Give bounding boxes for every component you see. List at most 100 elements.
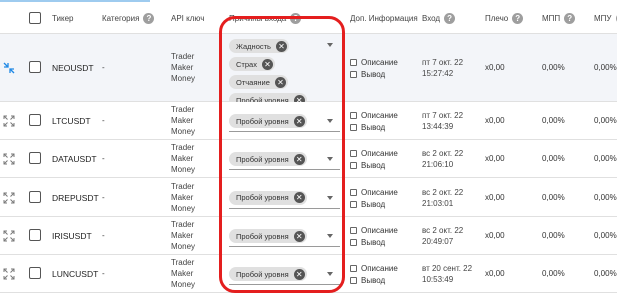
column-mpu[interactable]: МПУ ?	[594, 2, 617, 34]
description-option[interactable]: Описание	[350, 148, 398, 159]
exit-checkbox[interactable]	[350, 200, 357, 208]
row-select-cell[interactable]	[29, 152, 41, 164]
exit-checkbox[interactable]	[350, 239, 357, 246]
row-checkbox[interactable]	[29, 152, 41, 164]
description-checkbox[interactable]	[350, 59, 357, 66]
entry-reasons-select[interactable]: Пробой уровня ✕	[229, 229, 307, 243]
column-ticker[interactable]: Тикер	[52, 2, 74, 34]
row-select-cell[interactable]	[29, 267, 41, 279]
column-extra-info[interactable]: Доп. Информация	[350, 2, 418, 34]
row-select-cell[interactable]	[29, 114, 41, 126]
ticker-value[interactable]: LUNCUSDT	[52, 269, 98, 279]
entry-reasons-select[interactable]: Пробой уровня ✕	[229, 152, 307, 166]
reason-chip[interactable]: Пробой уровня ✕	[229, 190, 307, 205]
row-checkbox[interactable]	[29, 114, 41, 126]
ticker-value[interactable]: IRISUSDT	[52, 231, 92, 241]
remove-chip-icon[interactable]: ✕	[293, 230, 305, 242]
entry-reasons-select[interactable]: Пробой уровня ✕	[229, 190, 307, 205]
description-option[interactable]: Описание	[350, 263, 398, 274]
entry-reasons-select[interactable]: Жадность ✕ Страх ✕ Отчаяние ✕ Пробой уровня ✕	[229, 39, 307, 107]
dropdown-arrow-icon[interactable]	[327, 43, 333, 47]
remove-chip-icon[interactable]: ✕	[293, 153, 305, 165]
description-option[interactable]: Описание	[350, 110, 398, 121]
ticker-value[interactable]: LTCUSDT	[52, 116, 91, 126]
reason-chip[interactable]: Отчаяние ✕	[229, 75, 288, 89]
column-category[interactable]: Категория ?	[102, 2, 155, 34]
help-icon[interactable]: ?	[564, 12, 576, 24]
dropdown-arrow-icon[interactable]	[327, 119, 333, 123]
exit-option[interactable]: Вывод	[350, 160, 398, 171]
expand-arrows-icon[interactable]	[3, 115, 15, 127]
expand-arrows-icon[interactable]	[3, 268, 15, 280]
remove-chip-icon[interactable]: ✕	[275, 40, 287, 52]
dropdown-arrow-icon[interactable]	[327, 234, 333, 238]
exit-option[interactable]: Вывод	[350, 69, 398, 80]
reason-chip[interactable]: Страх ✕	[229, 57, 275, 71]
remove-chip-icon[interactable]: ✕	[274, 76, 286, 88]
reason-chip[interactable]: Пробой уровня ✕	[229, 114, 307, 128]
column-api-key[interactable]: API ключ	[171, 2, 204, 34]
remove-chip-icon[interactable]: ✕	[293, 192, 305, 203]
exit-checkbox[interactable]	[350, 124, 357, 131]
description-checkbox[interactable]	[350, 265, 357, 272]
reason-chip[interactable]: Пробой уровня ✕	[229, 152, 307, 166]
description-checkbox[interactable]	[350, 150, 357, 157]
select-all-checkbox[interactable]	[29, 12, 41, 24]
row-checkbox[interactable]	[29, 61, 41, 73]
exit-option[interactable]: Вывод	[350, 275, 398, 286]
row-select-cell[interactable]	[29, 190, 41, 203]
column-entry[interactable]: Вход ?	[422, 2, 456, 34]
entry-reasons-select[interactable]: Пробой уровня ✕	[229, 114, 307, 128]
exit-option[interactable]: Вывод	[350, 237, 398, 248]
api-key-line: Money	[171, 203, 196, 213]
ticker-value[interactable]: NEOUSDT	[52, 63, 94, 73]
select-all-cell[interactable]	[29, 2, 41, 34]
help-icon[interactable]: ?	[444, 12, 456, 24]
help-icon[interactable]: ?	[143, 12, 155, 24]
column-entry-reasons[interactable]: Причины входа ?	[229, 2, 302, 34]
select-underline	[229, 169, 340, 170]
help-icon[interactable]: ?	[512, 12, 524, 24]
ticker-value[interactable]: DREPUSDT	[52, 193, 99, 203]
exit-checkbox[interactable]	[350, 277, 357, 284]
description-option[interactable]: Описание	[350, 57, 398, 68]
column-mpp[interactable]: МПП ?	[542, 2, 576, 34]
table-row[interactable]: LUNCUSDT - Trader Maker Money Пробой уровня ✕ О…	[0, 255, 617, 293]
help-icon[interactable]: ?	[290, 12, 302, 24]
exit-option[interactable]: Вывод	[350, 122, 398, 133]
row-select-cell[interactable]	[29, 61, 41, 73]
table-row[interactable]: NEOUSDT - Trader Maker Money Жадность ✕ Страх ✕ О…	[0, 34, 617, 111]
column-leverage[interactable]: Плечо ?	[485, 2, 524, 34]
description-checkbox[interactable]	[350, 112, 357, 119]
expand-arrows-icon[interactable]	[3, 230, 15, 242]
expand-arrows-icon[interactable]	[3, 192, 15, 204]
reason-chip[interactable]: Пробой уровня ✕	[229, 229, 307, 243]
description-option[interactable]: Описание	[350, 187, 398, 198]
row-select-cell[interactable]	[29, 229, 41, 241]
dropdown-arrow-icon[interactable]	[327, 195, 333, 200]
dropdown-arrow-icon[interactable]	[327, 272, 333, 276]
remove-chip-icon[interactable]: ✕	[293, 268, 305, 280]
exit-option[interactable]: Вывод	[350, 199, 398, 210]
reason-chip[interactable]: Пробой уровня ✕	[229, 267, 307, 281]
remove-chip-icon[interactable]: ✕	[261, 58, 273, 70]
reason-chip[interactable]: Жадность ✕	[229, 39, 289, 53]
table-row[interactable]: IRISUSDT - Trader Maker Money Пробой уровня ✕ О…	[0, 217, 617, 255]
description-checkbox[interactable]	[350, 188, 357, 196]
remove-chip-icon[interactable]: ✕	[293, 115, 305, 127]
ticker-value[interactable]: DATAUSDT	[52, 154, 97, 164]
expand-arrows-icon[interactable]	[3, 153, 15, 165]
dropdown-arrow-icon[interactable]	[327, 157, 333, 161]
entry-reasons-select[interactable]: Пробой уровня ✕	[229, 267, 307, 281]
exit-checkbox[interactable]	[350, 71, 357, 78]
row-checkbox[interactable]	[29, 229, 41, 241]
table-row[interactable]: DATAUSDT - Trader Maker Money Пробой уровня ✕ О…	[0, 140, 617, 178]
row-checkbox[interactable]	[29, 190, 41, 203]
description-option[interactable]: Описание	[350, 225, 398, 236]
description-checkbox[interactable]	[350, 227, 357, 234]
collapse-arrows-icon[interactable]	[3, 62, 15, 74]
table-row[interactable]: LTCUSDT - Trader Maker Money Пробой уровня ✕ Оп…	[0, 102, 617, 140]
exit-checkbox[interactable]	[350, 162, 357, 169]
table-row[interactable]: DREPUSDT - Trader Maker Money Пробой уровня ✕ О…	[0, 178, 617, 217]
row-checkbox[interactable]	[29, 267, 41, 279]
